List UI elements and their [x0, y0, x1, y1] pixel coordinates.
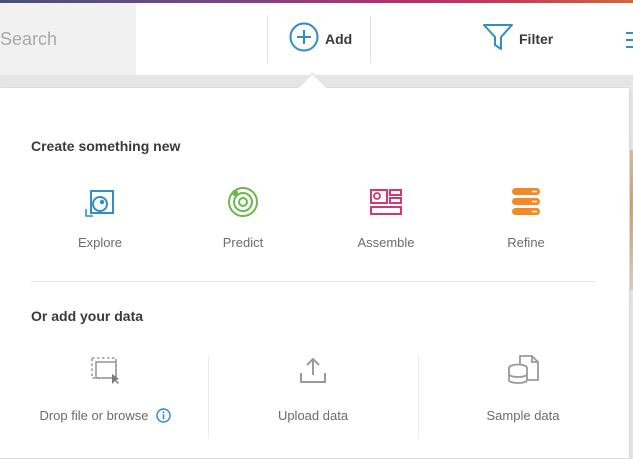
create-predict-button[interactable]: Predict: [193, 186, 293, 250]
add-button[interactable]: Add: [289, 22, 353, 57]
filter-label: Filter: [519, 31, 554, 47]
column-divider: [208, 356, 209, 438]
data-item-label: Drop file or browse: [39, 408, 149, 423]
toolbar-divider: [267, 15, 268, 63]
sample-data-icon: [506, 354, 540, 391]
upload-data-button[interactable]: Upload data: [228, 356, 398, 423]
upload-icon: [298, 355, 328, 390]
drop-file-icon: [88, 355, 122, 390]
data-item-label: Sample data: [486, 408, 560, 423]
create-refine-button[interactable]: Refine: [476, 186, 576, 250]
create-item-label: Predict: [222, 235, 264, 250]
refine-icon: [510, 185, 542, 224]
toolbar-divider: [370, 15, 371, 63]
data-item-label: Upload data: [277, 408, 349, 423]
add-label: Add: [325, 31, 353, 47]
menu-icon[interactable]: [624, 31, 633, 54]
search-input[interactable]: Search: [0, 3, 136, 75]
create-section-title: Create something new: [31, 138, 181, 154]
add-popover: Create something new Explore Predict Ass…: [0, 87, 630, 459]
column-divider: [418, 356, 419, 438]
explore-icon: [83, 185, 117, 224]
section-divider: [31, 281, 596, 282]
toolbar: Search Add Filter: [0, 3, 633, 75]
create-item-label: Explore: [77, 235, 123, 250]
data-section-title: Or add your data: [31, 308, 144, 324]
assemble-icon: [369, 187, 403, 222]
info-icon[interactable]: [155, 408, 171, 423]
filter-button[interactable]: Filter: [482, 23, 553, 55]
search-placeholder: Search: [0, 29, 58, 49]
drop-file-button[interactable]: Drop file or browse: [20, 356, 190, 423]
predict-icon: [226, 185, 260, 224]
create-item-label: Assemble: [357, 235, 415, 250]
sample-data-button[interactable]: Sample data: [438, 354, 608, 423]
create-item-label: Refine: [507, 235, 545, 250]
create-explore-button[interactable]: Explore: [50, 186, 150, 250]
filter-icon: [482, 22, 514, 57]
add-circle-icon: [289, 22, 319, 57]
create-assemble-button[interactable]: Assemble: [336, 186, 436, 250]
